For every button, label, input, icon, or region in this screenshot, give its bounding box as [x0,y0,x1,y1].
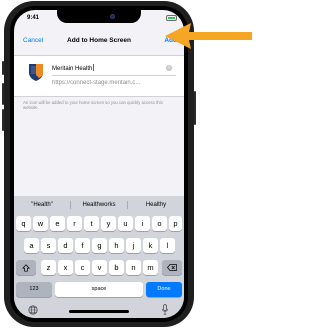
phone-frame: 9:41 Cancel Add to Home Screen Add Merit… [2,1,196,327]
navigation-bar: Cancel Add to Home Screen Add [14,30,184,46]
prediction-1[interactable]: "Health" [14,202,70,208]
key-n[interactable]: n [126,260,141,275]
x-circle-icon[interactable]: × [166,65,172,71]
meritain-logo-icon [29,64,43,81]
battery-icon [166,15,177,21]
key-i[interactable]: i [135,216,150,231]
key-a[interactable]: a [24,238,39,253]
shift-key[interactable] [16,260,36,275]
key-o[interactable]: o [152,216,167,231]
done-key[interactable]: Done [146,282,182,297]
page-title: Add to Home Screen [67,37,131,44]
prediction-3[interactable]: Healthy [128,202,184,208]
arrow-pointer-icon [165,23,252,49]
key-k[interactable]: k [143,238,158,253]
key-y[interactable]: y [101,216,116,231]
space-key[interactable]: space [55,282,143,297]
key-l[interactable]: l [160,238,175,253]
key-m[interactable]: m [143,260,158,275]
key-q[interactable]: q [16,216,31,231]
key-u[interactable]: u [118,216,133,231]
bookmark-card: Meritain Health × https://connect-stage.… [14,55,184,97]
keyboard: "Health" Healthworks Healthy q w e r t y… [14,196,184,318]
status-bar: 9:41 [14,10,184,28]
name-input[interactable]: Meritain Health × [52,62,176,76]
globe-icon[interactable] [28,305,38,315]
screen: 9:41 Cancel Add to Home Screen Add Merit… [14,10,184,318]
volume-up-button [2,83,4,105]
text-cursor [92,64,94,71]
name-input-value: Meritain Health [52,64,94,72]
key-e[interactable]: e [50,216,65,231]
prediction-2[interactable]: Healthworks [71,202,127,208]
key-w[interactable]: w [33,216,48,231]
notch [57,10,141,23]
key-j[interactable]: j [126,238,141,253]
key-h[interactable]: h [109,238,124,253]
delete-icon [167,264,177,271]
key-b[interactable]: b [109,260,124,275]
key-p[interactable]: p [169,216,182,231]
volume-down-button [2,109,4,131]
shift-icon [21,263,31,272]
numbers-key[interactable]: 123 [16,282,52,297]
power-button [194,91,196,125]
key-g[interactable]: g [92,238,107,253]
front-camera-icon [110,14,115,19]
key-c[interactable]: c [75,260,90,275]
prediction-bar: "Health" Healthworks Healthy [14,196,184,212]
home-indicator [69,310,129,313]
key-f[interactable]: f [75,238,90,253]
microphone-icon[interactable] [161,304,169,315]
delete-key[interactable] [162,260,182,275]
key-x[interactable]: x [58,260,73,275]
key-z[interactable]: z [41,260,56,275]
side-button [2,61,4,75]
key-v[interactable]: v [92,260,107,275]
help-text: An icon will be added to your home scree… [23,100,163,111]
key-t[interactable]: t [84,216,99,231]
url-text: https://connect-stage.meritain.c... [52,80,141,86]
key-d[interactable]: d [58,238,73,253]
key-r[interactable]: r [67,216,82,231]
key-s[interactable]: s [41,238,56,253]
status-time: 9:41 [27,15,40,21]
